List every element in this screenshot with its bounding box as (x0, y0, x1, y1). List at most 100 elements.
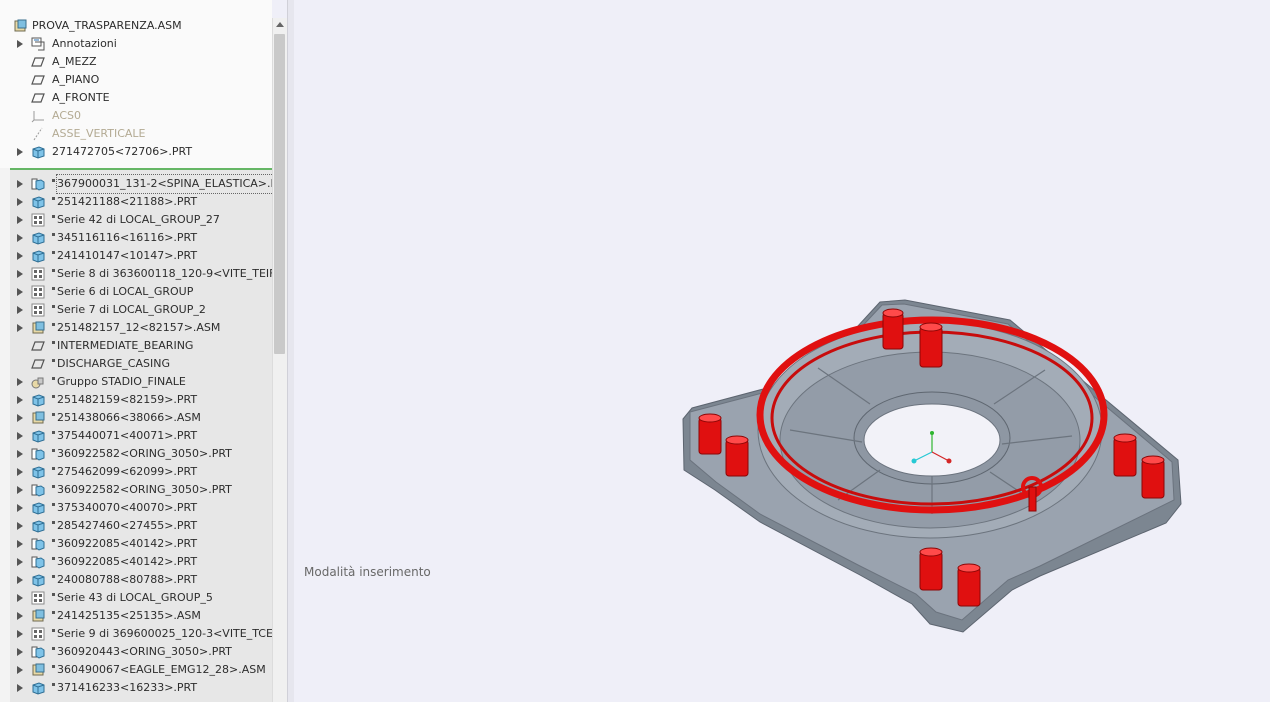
expand-arrow-icon[interactable] (15, 175, 25, 193)
tree-item[interactable]: ASSE_VERTICALE (0, 125, 272, 143)
part-icon (31, 195, 45, 209)
axis-icon (31, 127, 45, 141)
expand-arrow-icon[interactable] (15, 301, 25, 319)
tree-item-label: ASSE_VERTICALE (52, 127, 146, 140)
expand-arrow-icon[interactable] (15, 193, 25, 211)
expand-arrow-icon[interactable] (15, 553, 25, 571)
part-icon (31, 519, 45, 533)
expand-arrow-icon[interactable] (15, 247, 25, 265)
family-part-icon (31, 537, 45, 551)
tree-item[interactable]: 251421188<21188>.PRT (0, 193, 272, 211)
expand-arrow-icon[interactable] (15, 679, 25, 697)
datum-plane-icon (31, 91, 45, 105)
tree-item[interactable]: A_PIANO (0, 71, 272, 89)
expand-arrow-icon[interactable] (15, 35, 25, 53)
tree-item-label: A_PIANO (52, 73, 100, 86)
tree-item[interactable]: ACS0 (0, 107, 272, 125)
tree-item[interactable]: 251438066<38066>.ASM (0, 409, 272, 427)
tree-scrollbar[interactable] (272, 18, 287, 702)
part-icon (31, 573, 45, 587)
expand-arrow-icon[interactable] (15, 211, 25, 229)
model-view[interactable] (294, 0, 1270, 702)
tree-item[interactable]: 360490067<EAGLE_EMG12_28>.ASM (0, 661, 272, 679)
tree-item-label: Serie 42 di LOCAL_GROUP_27 (52, 211, 220, 229)
expand-arrow-icon[interactable] (15, 625, 25, 643)
tree-item[interactable]: 271472705<72706>.PRT (0, 143, 272, 161)
expand-arrow-icon[interactable] (15, 427, 25, 445)
expand-arrow-icon[interactable] (15, 607, 25, 625)
tree-item[interactable]: INTERMEDIATE_BEARING (0, 337, 272, 355)
model-tree-panel: PROVA_TRASPARENZA.ASM Annotazioni A_MEZZ A_… (0, 0, 272, 702)
tree-item[interactable]: Serie 43 di LOCAL_GROUP_5 (0, 589, 272, 607)
expand-arrow-icon[interactable] (15, 481, 25, 499)
tree-item[interactable]: 285427460<27455>.PRT (0, 517, 272, 535)
tree-item[interactable]: PROVA_TRASPARENZA.ASM (0, 17, 272, 35)
assembly-icon (31, 411, 45, 425)
tree-item[interactable]: 360922582<ORING_3050>.PRT (0, 481, 272, 499)
scroll-up-arrow-icon[interactable] (276, 22, 284, 27)
tree-item-label: Serie 8 di 363600118_120-9<VITE_TEIF_UN (51, 265, 272, 283)
tree-item[interactable]: 240080788<80788>.PRT (0, 571, 272, 589)
expand-arrow-icon[interactable] (15, 517, 25, 535)
family-part-icon (31, 645, 45, 659)
tree-item[interactable]: 241410147<10147>.PRT (0, 247, 272, 265)
expand-arrow-icon[interactable] (15, 229, 25, 247)
tree-item[interactable]: 360922582<ORING_3050>.PRT (0, 445, 272, 463)
graphics-viewport[interactable] (294, 0, 1270, 702)
tree-item[interactable]: 375440071<40071>.PRT (0, 427, 272, 445)
tree-item[interactable]: 251482157_12<82157>.ASM (0, 319, 272, 337)
tree-item[interactable]: A_MEZZ (0, 53, 272, 71)
tree-item[interactable]: Serie 42 di LOCAL_GROUP_27 (0, 211, 272, 229)
datum-plane-icon (31, 55, 45, 69)
tree-item[interactable]: 360922085<40142>.PRT (0, 553, 272, 571)
tree-item[interactable]: 275462099<62099>.PRT (0, 463, 272, 481)
expand-arrow-icon[interactable] (15, 535, 25, 553)
tree-item[interactable]: A_FRONTE (0, 89, 272, 107)
tree-item[interactable]: 375340070<40070>.PRT (0, 499, 272, 517)
tree-item-label: Serie 6 di LOCAL_GROUP (51, 283, 193, 301)
expand-arrow-icon[interactable] (15, 265, 25, 283)
expand-arrow-icon[interactable] (15, 643, 25, 661)
expand-arrow-icon[interactable] (15, 445, 25, 463)
datum-plane-icon (31, 73, 45, 87)
tree-item-label: 360922582<ORING_3050>.PRT (52, 445, 232, 463)
tree-item[interactable]: 367900031_131-2<SPINA_ELASTICA>.PRT (0, 174, 272, 194)
tree-item-label: Serie 43 di LOCAL_GROUP_5 (52, 589, 213, 607)
tree-item[interactable]: Serie 7 di LOCAL_GROUP_2 (0, 301, 272, 319)
tree-item[interactable]: 360922085<40142>.PRT (0, 535, 272, 553)
datum-plane-icon (31, 339, 45, 353)
tree-item[interactable]: DISCHARGE_CASING (0, 355, 272, 373)
assembly-icon (31, 663, 45, 677)
tree-item[interactable]: 251482159<82159>.PRT (0, 391, 272, 409)
assembly-icon (31, 609, 45, 623)
tree-item[interactable]: Serie 8 di 363600118_120-9<VITE_TEIF_UN (0, 265, 272, 283)
tree-item-label: 375340070<40070>.PRT (51, 499, 197, 517)
family-part-icon (31, 177, 45, 191)
pattern-icon (31, 627, 45, 641)
assembly-icon (13, 19, 27, 33)
expand-arrow-icon[interactable] (15, 319, 25, 337)
expand-arrow-icon[interactable] (15, 589, 25, 607)
tree-item-label: 360922085<40142>.PRT (51, 535, 197, 553)
tree-item[interactable]: 241425135<25135>.ASM (0, 607, 272, 625)
tree-item[interactable]: 371416233<16233>.PRT (0, 679, 272, 697)
expand-arrow-icon[interactable] (15, 661, 25, 679)
expand-arrow-icon[interactable] (15, 499, 25, 517)
expand-arrow-icon[interactable] (15, 283, 25, 301)
expand-arrow-icon[interactable] (15, 373, 25, 391)
scroll-thumb[interactable] (274, 34, 285, 354)
expand-arrow-icon[interactable] (15, 463, 25, 481)
expand-arrow-icon[interactable] (15, 391, 25, 409)
tree-item-label: A_FRONTE (52, 91, 110, 104)
expand-arrow-icon[interactable] (15, 571, 25, 589)
tree-item[interactable]: Serie 9 di 369600025_120-3<VITE_TCEIPF_ (0, 625, 272, 643)
tree-item[interactable]: Gruppo STADIO_FINALE (0, 373, 272, 391)
expand-arrow-icon[interactable] (15, 143, 25, 161)
tree-item[interactable]: Annotazioni (0, 35, 272, 53)
part-icon (31, 465, 45, 479)
expand-arrow-icon[interactable] (15, 409, 25, 427)
tree-item[interactable]: Serie 6 di LOCAL_GROUP (0, 283, 272, 301)
tree-item[interactable]: 360920443<ORING_3050>.PRT (0, 643, 272, 661)
tree-item[interactable]: 345116116<16116>.PRT (0, 229, 272, 247)
tree-item-label: 251482157_12<82157>.ASM (51, 319, 220, 337)
